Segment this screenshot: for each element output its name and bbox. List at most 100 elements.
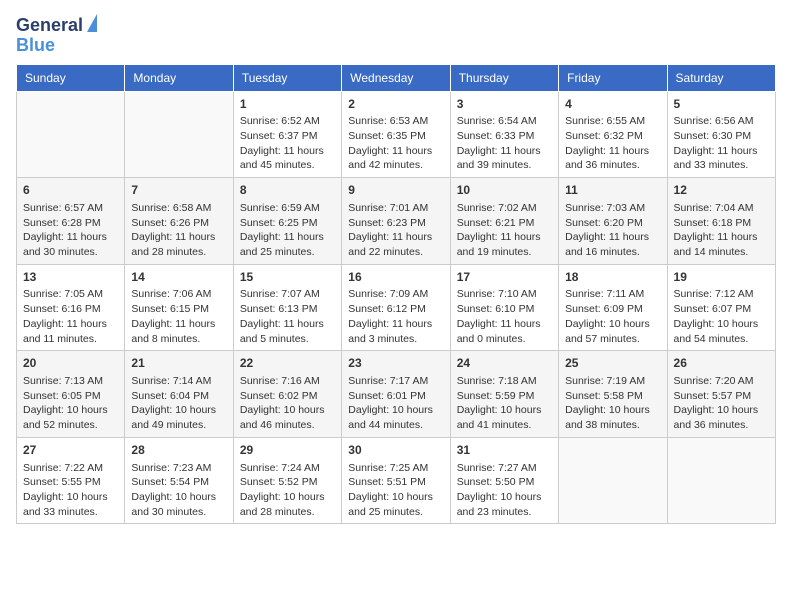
- calendar-cell: 27Sunrise: 7:22 AM Sunset: 5:55 PM Dayli…: [17, 437, 125, 524]
- day-number: 23: [348, 355, 443, 372]
- day-info: Sunrise: 7:11 AM Sunset: 6:09 PM Dayligh…: [565, 287, 660, 346]
- calendar-cell: 20 Sunrise: 7:13 AM Sunset: 6:05 PM Dayli…: [17, 351, 125, 438]
- day-number: 4: [565, 96, 660, 113]
- day-info: Sunrise: 6:56 AM Sunset: 6:30 PM Dayligh…: [674, 114, 769, 173]
- calendar-cell: 25 Sunrise: 7:19 AM Sunset: 5:58 PM Dayli…: [559, 351, 667, 438]
- calendar-cell: 2Sunrise: 6:53 AM Sunset: 6:35 PM Daylig…: [342, 91, 450, 178]
- calendar-cell: 14Sunrise: 7:06 AM Sunset: 6:15 PM Dayli…: [125, 264, 233, 351]
- calendar-cell: 10Sunrise: 7:02 AM Sunset: 6:21 PM Dayli…: [450, 178, 558, 265]
- day-number: 15: [240, 269, 335, 286]
- calendar-header-thursday: Thursday: [450, 64, 558, 91]
- calendar-header-monday: Monday: [125, 64, 233, 91]
- calendar-week-row: 1Sunrise: 6:52 AM Sunset: 6:37 PM Daylig…: [17, 91, 776, 178]
- calendar-cell: 5Sunrise: 6:56 AM Sunset: 6:30 PM Daylig…: [667, 91, 775, 178]
- logo-triangle-icon: [87, 14, 97, 32]
- calendar-cell: 24Sunrise: 7:18 AM Sunset: 5:59 PM Dayli…: [450, 351, 558, 438]
- day-number: 16: [348, 269, 443, 286]
- logo-text-blue: Blue: [16, 36, 55, 56]
- day-number: 30: [348, 442, 443, 459]
- calendar-cell: 15Sunrise: 7:07 AM Sunset: 6:13 PM Dayli…: [233, 264, 341, 351]
- calendar-cell: 31 Sunrise: 7:27 AM Sunset: 5:50 PM Dayli…: [450, 437, 558, 524]
- calendar-week-row: 6 Sunrise: 6:57 AM Sunset: 6:28 PM Daylig…: [17, 178, 776, 265]
- day-number: 13: [23, 269, 118, 286]
- calendar-cell: 26Sunrise: 7:20 AM Sunset: 5:57 PM Dayli…: [667, 351, 775, 438]
- day-info: Sunrise: 7:19 AM Sunset: 5:58 PM Dayligh…: [565, 374, 660, 433]
- day-number: 27: [23, 442, 118, 459]
- day-number: 21: [131, 355, 226, 372]
- day-number: 18: [565, 269, 660, 286]
- day-number: 3: [457, 96, 552, 113]
- day-info: Sunrise: 7:10 AM Sunset: 6:10 PM Dayligh…: [457, 287, 552, 346]
- day-info: Sunrise: 7:05 AM Sunset: 6:16 PM Dayligh…: [23, 287, 118, 346]
- calendar-cell: 6 Sunrise: 6:57 AM Sunset: 6:28 PM Daylig…: [17, 178, 125, 265]
- day-number: 11: [565, 182, 660, 199]
- calendar-cell: [667, 437, 775, 524]
- calendar-cell: 29Sunrise: 7:24 AM Sunset: 5:52 PM Dayli…: [233, 437, 341, 524]
- calendar-week-row: 20 Sunrise: 7:13 AM Sunset: 6:05 PM Dayli…: [17, 351, 776, 438]
- day-info: Sunrise: 6:52 AM Sunset: 6:37 PM Dayligh…: [240, 114, 335, 173]
- day-info: Sunrise: 7:01 AM Sunset: 6:23 PM Dayligh…: [348, 201, 443, 260]
- calendar-cell: 21Sunrise: 7:14 AM Sunset: 6:04 PM Dayli…: [125, 351, 233, 438]
- day-number: 14: [131, 269, 226, 286]
- day-number: 8: [240, 182, 335, 199]
- calendar-cell: [17, 91, 125, 178]
- calendar-header-row: SundayMondayTuesdayWednesdayThursdayFrid…: [17, 64, 776, 91]
- day-info: Sunrise: 7:13 AM Sunset: 6:05 PM Dayligh…: [23, 374, 118, 433]
- calendar-cell: [125, 91, 233, 178]
- day-info: Sunrise: 6:58 AM Sunset: 6:26 PM Dayligh…: [131, 201, 226, 260]
- day-number: 20: [23, 355, 118, 372]
- calendar-cell: 8 Sunrise: 6:59 AM Sunset: 6:25 PM Daylig…: [233, 178, 341, 265]
- day-number: 19: [674, 269, 769, 286]
- day-info: Sunrise: 6:53 AM Sunset: 6:35 PM Dayligh…: [348, 114, 443, 173]
- calendar-cell: 30Sunrise: 7:25 AM Sunset: 5:51 PM Dayli…: [342, 437, 450, 524]
- logo: General Blue: [16, 16, 97, 56]
- calendar-header-friday: Friday: [559, 64, 667, 91]
- day-number: 6: [23, 182, 118, 199]
- day-number: 28: [131, 442, 226, 459]
- day-info: Sunrise: 7:23 AM Sunset: 5:54 PM Dayligh…: [131, 461, 226, 520]
- day-number: 25: [565, 355, 660, 372]
- day-info: Sunrise: 7:03 AM Sunset: 6:20 PM Dayligh…: [565, 201, 660, 260]
- day-number: 2: [348, 96, 443, 113]
- day-info: Sunrise: 7:09 AM Sunset: 6:12 PM Dayligh…: [348, 287, 443, 346]
- calendar-header-wednesday: Wednesday: [342, 64, 450, 91]
- day-number: 17: [457, 269, 552, 286]
- day-info: Sunrise: 6:57 AM Sunset: 6:28 PM Dayligh…: [23, 201, 118, 260]
- calendar-cell: 17Sunrise: 7:10 AM Sunset: 6:10 PM Dayli…: [450, 264, 558, 351]
- day-number: 31: [457, 442, 552, 459]
- day-info: Sunrise: 6:54 AM Sunset: 6:33 PM Dayligh…: [457, 114, 552, 173]
- calendar-header-tuesday: Tuesday: [233, 64, 341, 91]
- calendar-cell: 19Sunrise: 7:12 AM Sunset: 6:07 PM Dayli…: [667, 264, 775, 351]
- day-info: Sunrise: 7:27 AM Sunset: 5:50 PM Dayligh…: [457, 461, 552, 520]
- calendar-header-saturday: Saturday: [667, 64, 775, 91]
- day-info: Sunrise: 6:59 AM Sunset: 6:25 PM Dayligh…: [240, 201, 335, 260]
- calendar-cell: 11 Sunrise: 7:03 AM Sunset: 6:20 PM Dayli…: [559, 178, 667, 265]
- calendar-cell: 3Sunrise: 6:54 AM Sunset: 6:33 PM Daylig…: [450, 91, 558, 178]
- day-info: Sunrise: 7:17 AM Sunset: 6:01 PM Dayligh…: [348, 374, 443, 433]
- calendar-cell: 9Sunrise: 7:01 AM Sunset: 6:23 PM Daylig…: [342, 178, 450, 265]
- day-number: 10: [457, 182, 552, 199]
- day-number: 1: [240, 96, 335, 113]
- day-info: Sunrise: 7:16 AM Sunset: 6:02 PM Dayligh…: [240, 374, 335, 433]
- calendar-table: SundayMondayTuesdayWednesdayThursdayFrid…: [16, 64, 776, 525]
- calendar-cell: 22 Sunrise: 7:16 AM Sunset: 6:02 PM Dayli…: [233, 351, 341, 438]
- calendar-cell: 12Sunrise: 7:04 AM Sunset: 6:18 PM Dayli…: [667, 178, 775, 265]
- day-info: Sunrise: 6:55 AM Sunset: 6:32 PM Dayligh…: [565, 114, 660, 173]
- calendar-cell: 28 Sunrise: 7:23 AM Sunset: 5:54 PM Dayli…: [125, 437, 233, 524]
- day-info: Sunrise: 7:06 AM Sunset: 6:15 PM Dayligh…: [131, 287, 226, 346]
- day-number: 26: [674, 355, 769, 372]
- day-info: Sunrise: 7:12 AM Sunset: 6:07 PM Dayligh…: [674, 287, 769, 346]
- calendar-cell: 13Sunrise: 7:05 AM Sunset: 6:16 PM Dayli…: [17, 264, 125, 351]
- calendar-week-row: 13Sunrise: 7:05 AM Sunset: 6:16 PM Dayli…: [17, 264, 776, 351]
- page-header: General Blue: [16, 16, 776, 56]
- calendar-cell: 16Sunrise: 7:09 AM Sunset: 6:12 PM Dayli…: [342, 264, 450, 351]
- calendar-cell: 7Sunrise: 6:58 AM Sunset: 6:26 PM Daylig…: [125, 178, 233, 265]
- calendar-cell: [559, 437, 667, 524]
- logo-text-general: General: [16, 16, 83, 36]
- calendar-cell: 18Sunrise: 7:11 AM Sunset: 6:09 PM Dayli…: [559, 264, 667, 351]
- day-number: 5: [674, 96, 769, 113]
- day-number: 22: [240, 355, 335, 372]
- calendar-cell: 1Sunrise: 6:52 AM Sunset: 6:37 PM Daylig…: [233, 91, 341, 178]
- calendar-cell: 23 Sunrise: 7:17 AM Sunset: 6:01 PM Dayli…: [342, 351, 450, 438]
- day-info: Sunrise: 7:24 AM Sunset: 5:52 PM Dayligh…: [240, 461, 335, 520]
